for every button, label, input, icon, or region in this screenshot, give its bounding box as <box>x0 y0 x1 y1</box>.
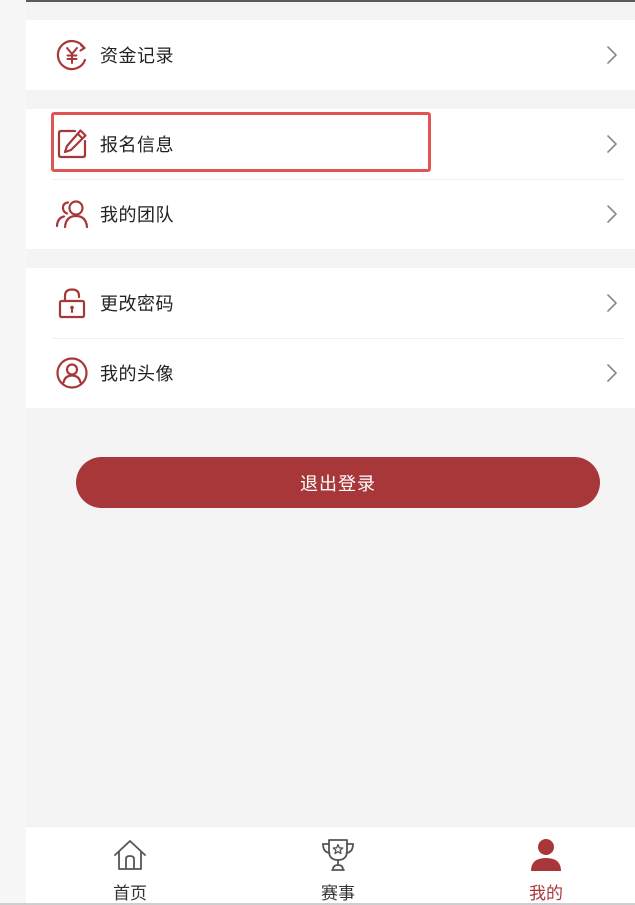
menu-item-avatar[interactable]: 我的头像 <box>26 338 635 408</box>
logout-button[interactable]: 退出登录 <box>76 457 600 508</box>
tab-events[interactable]: 赛事 <box>278 827 398 905</box>
edit-icon <box>54 126 90 162</box>
lock-icon <box>54 285 90 321</box>
menu-label-password: 更改密码 <box>100 294 174 315</box>
home-icon <box>114 840 146 870</box>
menu-item-team[interactable]: 我的团队 <box>26 179 635 249</box>
top-edge <box>26 0 635 2</box>
team-icon <box>54 196 90 232</box>
user-circle-icon <box>54 355 90 391</box>
trophy-icon <box>322 839 354 871</box>
person-icon <box>531 839 561 871</box>
chevron-right-icon <box>607 364 617 382</box>
menu-label-signup: 报名信息 <box>100 135 174 156</box>
menu-label-avatar: 我的头像 <box>100 364 174 385</box>
menu-label-team: 我的团队 <box>100 205 174 226</box>
tab-home[interactable]: 首页 <box>70 827 190 905</box>
chevron-right-icon <box>607 205 617 223</box>
menu-label-funds: 资金记录 <box>100 46 174 67</box>
menu-item-password[interactable]: 更改密码 <box>26 268 635 338</box>
menu-group-funds: 资金记录 <box>26 20 635 90</box>
menu-group-account: 报名信息 我的团队 <box>26 109 635 249</box>
menu-item-funds[interactable]: 资金记录 <box>26 20 635 90</box>
tab-label-home: 首页 <box>113 884 147 904</box>
yen-circle-icon <box>54 37 90 73</box>
chevron-right-icon <box>607 135 617 153</box>
tab-label-mine: 我的 <box>529 884 563 904</box>
chevron-right-icon <box>607 294 617 312</box>
menu-item-signup[interactable]: 报名信息 <box>26 109 635 179</box>
left-margin <box>0 0 26 905</box>
profile-screen: 资金记录 报名信息 我的团队 更改密码 我的头像 退出登录 首页 赛事 我的 <box>0 0 635 905</box>
tab-mine[interactable]: 我的 <box>486 827 606 905</box>
bottom-tab-bar: 首页 赛事 我的 <box>26 826 635 905</box>
tab-label-events: 赛事 <box>321 884 355 904</box>
menu-group-security: 更改密码 我的头像 <box>26 268 635 408</box>
chevron-right-icon <box>607 46 617 64</box>
